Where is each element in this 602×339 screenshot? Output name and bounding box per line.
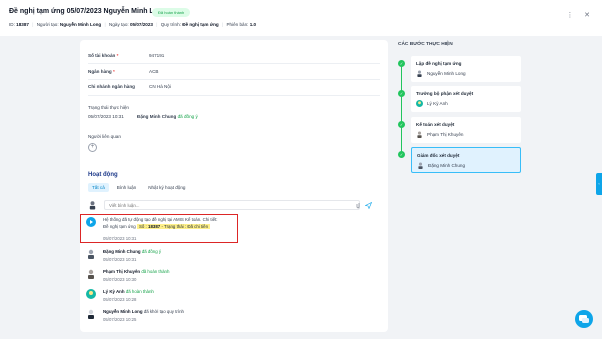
id-value: 18387 [16,22,29,27]
attach-icon[interactable] [355,202,361,209]
expand-panel-tab[interactable]: ‹ [596,173,602,195]
branch-value: CN Hà Nội [149,84,171,89]
main-panel: Số tài khoản * 947191 Ngân hàng * ACB Ch… [80,40,388,332]
created-value: 05/07/2023 [129,22,153,27]
check-icon: ✓ [398,60,405,67]
tab-all[interactable]: Tất cả [88,183,109,192]
step-card-active[interactable]: Giám đốc xét duyệt Đặng Minh Chung [411,147,521,173]
check-icon: ✓ [398,121,405,128]
account-number-label: Số tài khoản * [88,53,119,58]
activity-time: 05/07/2023 10:28 [103,297,137,302]
chat-button[interactable] [575,310,593,328]
avatar [88,269,94,279]
more-vertical-icon[interactable]: ⋮ [565,11,575,21]
system-message-line1: Hệ thống đã tự động tạo đề nghị tại AMIS… [103,217,218,222]
check-icon: ✓ [398,90,405,97]
comment-row [88,199,360,211]
step-name: Lập đề nghị tạm ứng [416,61,462,66]
avatar [88,309,94,319]
id-label: ID: [9,22,15,27]
activity-time: 05/07/2023 10:31 [103,257,137,262]
add-related-button[interactable]: + [88,143,97,152]
created-label: Ngày tạo: [109,22,129,27]
activity-time: 05/07/2023 10:25 [103,317,137,322]
check-icon: ✓ [398,151,405,158]
related-label: Người liên quan [88,134,121,139]
voucher-tag[interactable]: Số : 18387 - Trạng thái : Đã chi tiền [136,224,211,229]
steps-connector [401,66,402,154]
step-user: Phạm Thị Khuyên [427,132,464,137]
step-card[interactable]: Kế toán xét duyệt Phạm Thị Khuyên [411,117,521,143]
avatar [417,70,422,77]
steps-title: CÁC BƯỚC THỰC HIỆN [398,42,453,47]
avatar [416,100,423,107]
status-badge: Đã hoàn thành [152,8,191,17]
step-card[interactable]: Trưởng bộ phận xét duyệt Lý Kỳ Anh [411,86,521,112]
activity-time: 05/07/2023 10:31 [103,236,137,241]
close-icon[interactable]: ✕ [582,11,592,21]
account-number-value: 947191 [149,53,165,58]
status-label: Trạng thái thực hiện [88,105,129,110]
page-title: Đề nghị tạm ứng 05/07/2023 Nguyễn Minh L… [9,8,167,15]
creator-value: Nguyễn Minh Long [59,22,102,27]
comment-input[interactable] [104,200,360,210]
step-user: Lý Kỳ Anh [427,101,448,106]
activity-tabs: Tất cả Bình luận Nhật ký hoạt động [88,183,189,192]
avatar [417,131,422,138]
process-value: Đề nghị tạm ứng [182,22,219,27]
bank-value: ACB [149,69,159,74]
user-avatar [89,201,96,210]
version-label: Phiên bản: [226,22,249,27]
step-user: Đặng Minh Chung [428,163,466,168]
avatar [418,162,423,169]
header: Đề nghị tạm ứng 05/07/2023 Nguyễn Minh L… [0,0,602,36]
step-name: Trưởng bộ phận xét duyệt [416,91,474,96]
activity-title: Hoạt động [88,172,118,178]
avatar [86,289,96,299]
send-icon[interactable] [365,202,372,209]
branch-label: Chi nhánh ngân hàng [88,84,135,89]
tab-comments[interactable]: Bình luận [113,183,140,192]
step-user: Nguyễn Minh Long [427,71,466,76]
step-card[interactable]: Lập đề nghị tạm ứng Nguyễn Minh Long [411,56,521,82]
status-time: 05/07/2023 10:31 [88,114,124,119]
avatar [88,249,94,259]
request-meta: ID: 18387 | Người tạo: Nguyễn Minh Long … [9,22,257,27]
system-avatar-icon [86,217,96,227]
chat-icon [579,315,589,323]
creator-label: Người tạo: [36,22,59,27]
step-name: Kế toán xét duyệt [416,122,455,127]
status-user: Đặng Minh Chung đã đồng ý [137,114,198,119]
version-value: 1.0 [249,22,257,27]
process-label: Quy trình: [160,22,181,27]
step-name: Giám đốc xét duyệt [417,153,460,158]
activity-time: 05/07/2023 10:30 [103,277,137,282]
bank-label: Ngân hàng * [88,69,115,74]
tab-activity-log[interactable]: Nhật ký hoạt động [144,183,189,192]
system-message-line2: Đề nghị tạm ứng Số : 18387 - Trạng thái … [103,224,211,229]
